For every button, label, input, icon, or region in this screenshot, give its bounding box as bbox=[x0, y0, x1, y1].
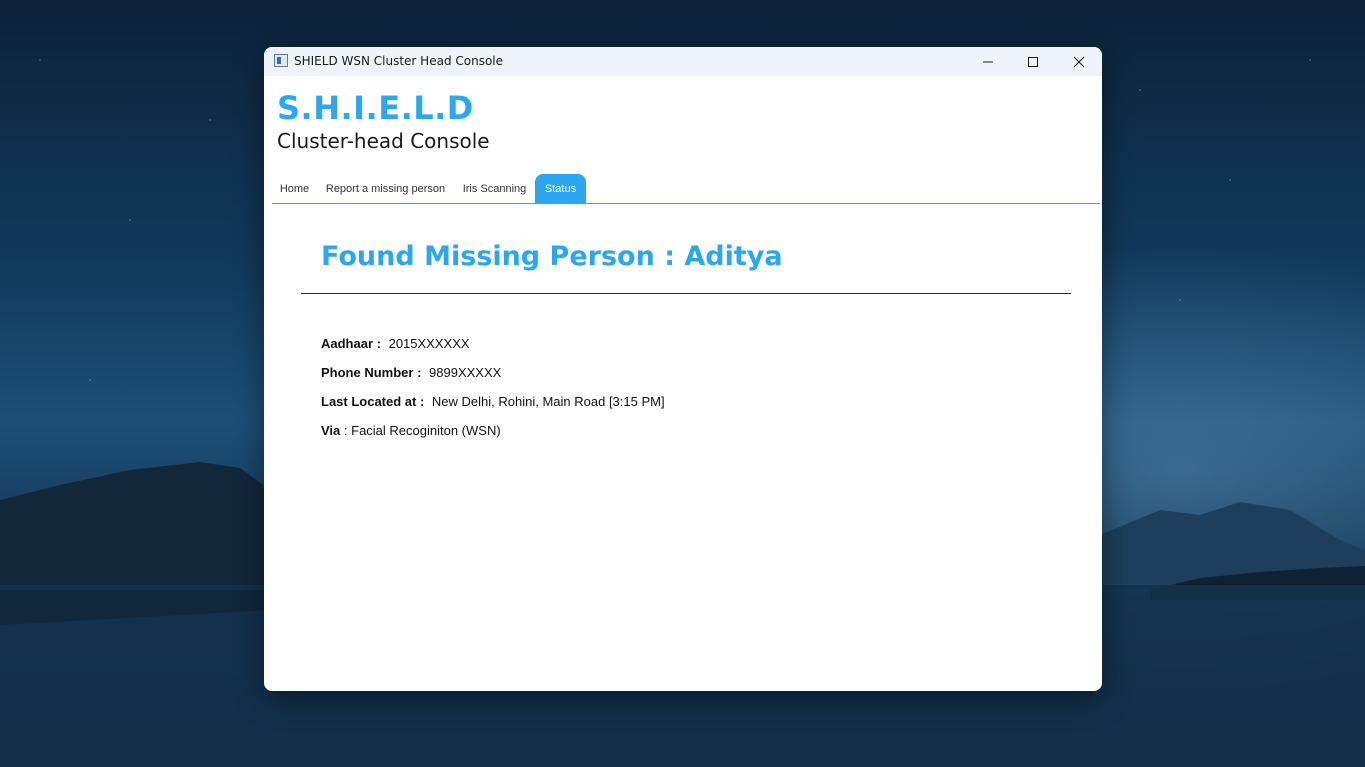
via-value: Facial Recoginiton (WSN) bbox=[351, 423, 501, 438]
phone-number-label: Phone Number : bbox=[321, 365, 422, 380]
tab-home[interactable]: Home bbox=[272, 174, 317, 203]
tab-iris-scanning[interactable]: Iris Scanning bbox=[454, 174, 535, 203]
app-icon bbox=[274, 54, 288, 67]
tab-report-missing-person[interactable]: Report a missing person bbox=[317, 174, 454, 203]
phone-number-row: Phone Number : 9899XXXXX bbox=[321, 365, 501, 380]
heading-divider bbox=[301, 293, 1071, 294]
maximize-button[interactable] bbox=[1010, 47, 1056, 76]
via-row: Via : Facial Recoginiton (WSN) bbox=[321, 423, 501, 438]
app-window: SHIELD WSN Cluster Head Console S.H.I.E.… bbox=[264, 47, 1102, 691]
title-bar[interactable]: SHIELD WSN Cluster Head Console bbox=[264, 47, 1102, 76]
tab-bar: Home Report a missing person Iris Scanni… bbox=[272, 174, 1100, 204]
minimize-button[interactable] bbox=[965, 47, 1011, 76]
aadhaar-row: Aadhaar : 2015XXXXXX bbox=[321, 336, 470, 351]
phone-number-value: 9899XXXXX bbox=[429, 365, 502, 380]
close-icon bbox=[1073, 56, 1085, 67]
last-located-row: Last Located at : New Delhi, Rohini, Mai… bbox=[321, 394, 665, 409]
last-located-value: New Delhi, Rohini, Main Road [3:15 PM] bbox=[431, 394, 665, 409]
close-button[interactable] bbox=[1056, 47, 1102, 76]
last-located-label: Last Located at : bbox=[321, 394, 425, 409]
window-title: SHIELD WSN Cluster Head Console bbox=[294, 54, 504, 68]
app-subtitle: Cluster-head Console bbox=[277, 129, 490, 153]
maximize-icon bbox=[1028, 56, 1038, 67]
status-heading: Found Missing Person : Aditya bbox=[321, 241, 783, 272]
minimize-icon bbox=[983, 61, 993, 62]
aadhaar-label: Aadhaar : bbox=[321, 336, 381, 351]
via-label: Via bbox=[321, 423, 341, 438]
tab-status[interactable]: Status bbox=[535, 174, 586, 203]
aadhaar-value: 2015XXXXXX bbox=[388, 336, 470, 351]
brand-logo-text: S.H.I.E.L.D bbox=[277, 89, 474, 127]
via-separator: : bbox=[340, 423, 352, 438]
